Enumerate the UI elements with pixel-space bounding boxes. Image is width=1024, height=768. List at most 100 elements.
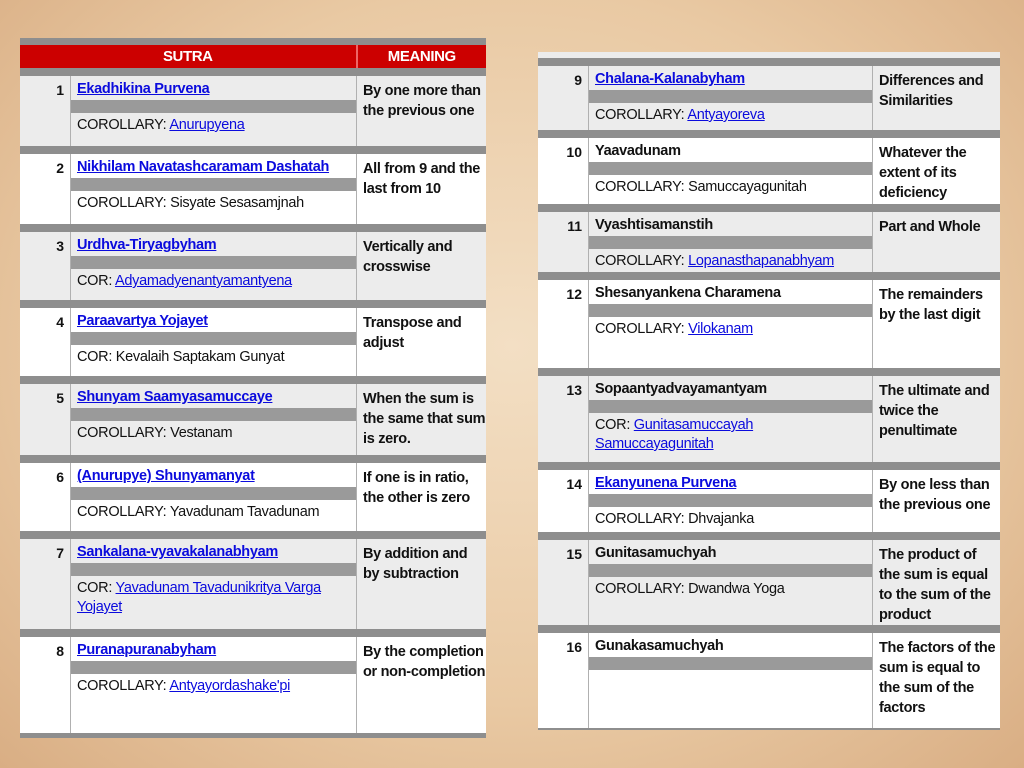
meaning-cell: The ultimate and twice the penultimate [879, 383, 990, 439]
corollary-label: COR: [77, 349, 116, 365]
table-row: 5 Shunyam Saamyasamuccaye COROLLARY: Ves… [20, 376, 486, 455]
sutra-link[interactable]: Urdhva-Tiryagbyham [77, 237, 217, 253]
meaning-cell: All from 9 and the last from 10 [363, 161, 481, 197]
sutra-cell: Paraavartya Yojayet COR: Kevalaih Saptak… [70, 308, 357, 376]
corollary-name: Yavadunam Tavadunam [169, 504, 320, 520]
sutra-number: 16 [566, 639, 582, 655]
corollary-label: COR: [595, 417, 634, 433]
meaning-cell: Transpose and adjust [363, 315, 462, 351]
sutra-cell: Puranapuranabyham COROLLARY: Antyayordas… [70, 637, 357, 733]
sutra-cell: (Anurupye) Shunyamanyat COROLLARY: Yavad… [70, 463, 357, 531]
corollary-name: Dwandwa Yoga [688, 581, 785, 597]
table-row: 11 Vyashtisamanstih COROLLARY: Lopanasth… [538, 204, 1000, 272]
corollary-label: COROLLARY: [77, 117, 170, 133]
meaning-cell: By addition and by subtraction [363, 546, 468, 582]
sutra-link[interactable]: Sankalana-vyavakalanabhyam [77, 544, 278, 560]
divider [71, 332, 356, 345]
sutra-number: 12 [566, 286, 582, 302]
divider [71, 100, 356, 113]
sutra-link[interactable]: Chalana-Kalanabyham [595, 71, 745, 87]
sutra-number: 8 [56, 643, 64, 659]
sutra-cell: Ekadhikina Purvena COROLLARY: Anurupyena [70, 76, 357, 146]
sutra-link[interactable]: Puranapuranabyham [77, 642, 216, 658]
corollary-link[interactable]: Lopanasthapanabhyam [688, 253, 834, 269]
divider [589, 236, 872, 249]
sutra-link[interactable]: Paraavartya Yojayet [77, 313, 208, 329]
corollary: COROLLARY: Vilokanam [589, 317, 872, 339]
sutra-number: 2 [56, 160, 64, 176]
meaning-cell: Whatever the extent of its deficiency [879, 145, 967, 201]
sutra-number: 14 [566, 476, 582, 492]
meaning-cell: Differences and Similarities [879, 73, 984, 109]
corollary-label: COROLLARY: [595, 107, 688, 123]
corollary: COR: Kevalaih Saptakam Gunyat [71, 345, 356, 367]
corollary: COR: Gunitasamuccayah Samuccayagunitah [589, 413, 872, 454]
corollary: COROLLARY: Lopanasthapanabhyam [589, 249, 872, 271]
sutra-cell: Ekanyunena Purvena COROLLARY: Dhvajanka [588, 470, 873, 532]
corollary-link[interactable]: Adyamadyenantyamantyena [115, 273, 292, 289]
meaning-cell: By the completion or non-completion [363, 644, 486, 680]
corollary-label: COR: [77, 273, 115, 289]
sutra-number: 15 [566, 546, 582, 562]
sutra-cell: Vyashtisamanstih COROLLARY: Lopanasthapa… [588, 212, 873, 272]
sutra-link[interactable]: (Anurupye) Shunyamanyat [77, 468, 255, 484]
divider [589, 162, 872, 175]
corollary: COROLLARY: Sisyate Sesasamjnah [71, 191, 356, 213]
sutra-name: Gunakasamuchyah [595, 638, 724, 654]
corollary [589, 670, 872, 673]
corollary-label: COROLLARY: [77, 195, 171, 211]
table-row: 16 Gunakasamuchyah The factors of the su… [538, 625, 1000, 728]
table-row: 14 Ekanyunena Purvena COROLLARY: Dhvajan… [538, 462, 1000, 532]
corollary: COROLLARY: Antyayoreva [589, 103, 872, 125]
sutra-number: 9 [574, 72, 582, 88]
divider [71, 563, 356, 576]
divider [71, 178, 356, 191]
corollary-link[interactable]: Vilokanam [688, 321, 753, 337]
table-row: 1 Ekadhikina Purvena COROLLARY: Anurupye… [20, 68, 486, 146]
corollary-label: COROLLARY: [77, 678, 170, 694]
corollary-label: COROLLARY: [77, 425, 171, 441]
corollary-link[interactable]: Antyayordashake'pi [169, 678, 290, 694]
corollary: COR: Yavadunam Tavadunikritya Varga Yoja… [71, 576, 356, 617]
sutra-number: 1 [56, 82, 64, 98]
sutra-link[interactable]: Shunyam Saamyasamuccaye [77, 389, 273, 405]
divider [589, 304, 872, 317]
sutra-name: Shesanyankena Charamena [595, 285, 781, 301]
sutra-cell: Shesanyankena Charamena COROLLARY: Vilok… [588, 280, 873, 368]
corollary-label: COROLLARY: [595, 581, 689, 597]
sutra-name: Gunitasamuchyah [595, 545, 717, 561]
table-row: 15 Gunitasamuchyah COROLLARY: Dwandwa Yo… [538, 532, 1000, 625]
sutra-name: Vyashtisamanstih [595, 217, 713, 233]
sutra-link[interactable]: Nikhilam Navatashcaramam Dashatah [77, 159, 329, 175]
table-row: 6 (Anurupye) Shunyamanyat COROLLARY: Yav… [20, 455, 486, 531]
divider [71, 408, 356, 421]
sutra-cell: Shunyam Saamyasamuccaye COROLLARY: Vesta… [70, 384, 357, 455]
sutra-cell: Sopaantyadvayamantyam COR: Gunitasamucca… [588, 376, 873, 462]
sutra-link[interactable]: Ekadhikina Purvena [77, 81, 210, 97]
table-row: 13 Sopaantyadvayamantyam COR: Gunitasamu… [538, 368, 1000, 462]
meaning-cell: The product of the sum is equal to the s… [879, 547, 991, 623]
table-header: SUTRA MEANING [20, 45, 486, 68]
meaning-cell: By one less than the previous one [879, 477, 991, 513]
meaning-cell: The factors of the sum is equal to the s… [879, 640, 996, 716]
meaning-cell: By one more than the previous one [363, 83, 481, 119]
corollary-link[interactable]: Anurupyena [169, 117, 245, 133]
table-row: 2 Nikhilam Navatashcaramam Dashatah CORO… [20, 146, 486, 224]
table-row: 4 Paraavartya Yojayet COR: Kevalaih Sapt… [20, 300, 486, 376]
sutra-link[interactable]: Ekanyunena Purvena [595, 475, 737, 491]
sutra-name: Yaavadunam [595, 143, 681, 159]
table-row: 7 Sankalana-vyavakalanabhyam COR: Yavadu… [20, 531, 486, 629]
divider [71, 256, 356, 269]
meaning-cell: Part and Whole [879, 219, 981, 235]
corollary-link[interactable]: Antyayoreva [687, 107, 765, 123]
corollary: COROLLARY: Samuccayagunitah [589, 175, 872, 197]
divider [589, 400, 872, 413]
corollary: COROLLARY: Vestanam [71, 421, 356, 443]
sutra-number: 3 [56, 238, 64, 254]
sutra-cell: Nikhilam Navatashcaramam Dashatah COROLL… [70, 154, 357, 224]
corollary: COR: Adyamadyenantyamantyena [71, 269, 356, 291]
sutra-cell: Yaavadunam COROLLARY: Samuccayagunitah [588, 138, 873, 204]
sutra-number: 6 [56, 469, 64, 485]
corollary: COROLLARY: Yavadunam Tavadunam [71, 500, 356, 522]
sutra-cell: Urdhva-Tiryagbyham COR: Adyamadyenantyam… [70, 232, 357, 300]
